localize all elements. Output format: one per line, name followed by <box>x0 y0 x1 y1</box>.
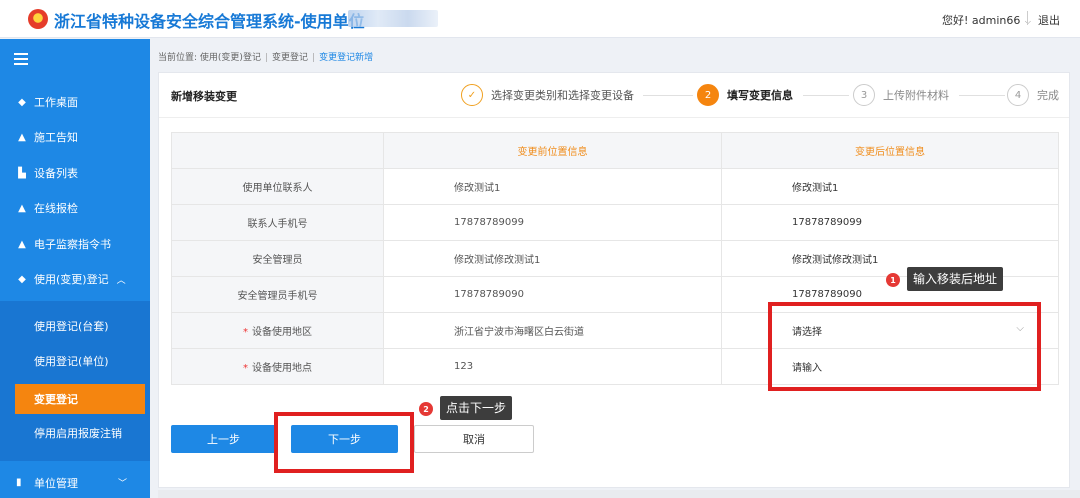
logout-link[interactable]: 退出 <box>1038 12 1060 28</box>
step-connector <box>803 95 849 96</box>
table-row: 联系人手机号 17878789099 17878789099 <box>171 204 1059 241</box>
cancel-button[interactable]: 取消 <box>414 425 534 453</box>
user-menu[interactable]: 您好! admin66 ⌵ <box>942 12 1031 28</box>
before-value: 浙江省宁波市海曙区白云街道 <box>383 312 722 349</box>
step-connector <box>643 95 693 96</box>
row-label: * 设备使用地点 <box>171 348 384 385</box>
step-number: 4 <box>1007 84 1029 106</box>
after-value[interactable]: 修改测试1 <box>721 168 1059 205</box>
step-label: 填写变更信息 <box>727 89 793 102</box>
step-3: 3 上传附件材料 <box>853 84 949 106</box>
before-value: 修改测试修改测试1 <box>383 240 722 277</box>
annotation-badge: 2 <box>419 402 433 416</box>
sidebar-submenu: 使用登记(台套) 使用登记(单位) 变更登记 停用启用报废注销 <box>0 301 150 461</box>
bookmark-icon: ▮ <box>16 477 22 488</box>
sidebar-item-label: 使用(变更)登记 <box>34 273 109 286</box>
sidebar-item-construction-notice[interactable]: ▲ 施工告知 <box>0 120 150 154</box>
step-4: 4 完成 <box>1007 84 1059 106</box>
sidebar-item-online-inspection[interactable]: ▲ 在线报检 <box>0 191 150 225</box>
row-label: 联系人手机号 <box>171 204 384 241</box>
sidebar-item-registration[interactable]: ◆ 使用(变更)登记 ︿ <box>0 262 150 296</box>
top-bar: 浙江省特种设备安全综合管理系统-使用单位 您好! admin66 ⌵ 退出 <box>0 0 1080 38</box>
sidebar-item-e-order[interactable]: ▲ 电子监察指令书 <box>0 227 150 261</box>
chevron-down-icon: ﹀ <box>118 479 128 489</box>
person-gear-icon: ▲ <box>18 238 26 250</box>
emblem-logo <box>28 9 48 29</box>
step-1: ✓ 选择变更类别和选择变更设备 <box>461 84 634 106</box>
row-label: * 设备使用地区 <box>171 312 384 349</box>
breadcrumb-current: 变更登记新增 <box>319 53 374 63</box>
sidebar: ◆ 工作桌面 ▲ 施工告知 ▙ 设备列表 ▲ 在线报检 ▲ 电子监察指令书 ◆ … <box>0 39 150 498</box>
person-icon: ▲ <box>18 202 26 214</box>
person-icon: ▲ <box>18 131 26 143</box>
after-value[interactable]: 修改测试修改测试1 <box>721 240 1059 277</box>
annotation-highlight-box <box>274 412 414 473</box>
annotation-tooltip: 点击下一步 <box>440 396 513 420</box>
table-header-cell: 变更前位置信息 <box>383 132 722 169</box>
divider <box>1027 11 1028 25</box>
step-2: 2 填写变更信息 <box>697 84 793 106</box>
greeting-text: 您好! admin66 <box>942 14 1021 27</box>
step-connector <box>959 95 1005 96</box>
annotation-tooltip: 输入移装后地址 <box>907 267 1004 291</box>
sidebar-subitem-register-set[interactable]: 使用登记(台套) <box>0 311 150 341</box>
diamond-icon: ◆ <box>18 273 26 285</box>
required-asterisk: * <box>243 363 248 374</box>
row-label: 安全管理员 <box>171 240 384 277</box>
sidebar-item-label: 设备列表 <box>34 167 78 180</box>
row-label: 使用单位联系人 <box>171 168 384 205</box>
prev-step-button[interactable]: 上一步 <box>171 425 276 453</box>
sidebar-item-device-list[interactable]: ▙ 设备列表 <box>0 156 150 190</box>
chevron-up-icon: ︿ <box>116 275 126 286</box>
table-header-row: 变更前位置信息 变更后位置信息 <box>171 132 1059 169</box>
step-label: 上传附件材料 <box>883 89 949 102</box>
people-icon: ▙ <box>18 167 26 179</box>
sidebar-subitem-register-unit[interactable]: 使用登记(单位) <box>0 346 150 376</box>
breadcrumb: 当前位置: 使用(变更)登记 | 变更登记 | 变更登记新增 <box>158 53 374 63</box>
blurred-unit-name <box>348 10 438 27</box>
sidebar-item-label: 电子监察指令书 <box>34 238 111 251</box>
step-label: 选择变更类别和选择变更设备 <box>491 89 634 102</box>
row-label: 安全管理员手机号 <box>171 276 384 313</box>
sidebar-item-label: 在线报检 <box>34 202 78 215</box>
before-value: 123 <box>383 348 722 385</box>
after-value[interactable]: 17878789099 <box>721 204 1059 241</box>
page-footer-strip <box>158 490 1080 498</box>
row-label-text: 设备使用地点 <box>252 363 312 374</box>
sidebar-item-workbench[interactable]: ◆ 工作桌面 <box>0 85 150 119</box>
required-asterisk: * <box>243 327 248 338</box>
breadcrumb-item[interactable]: 使用(变更)登记 <box>200 53 261 63</box>
sidebar-item-unit-management[interactable]: ▮ 单位管理 ﹀ <box>0 467 150 498</box>
annotation-badge: 1 <box>886 273 900 287</box>
before-value: 17878789090 <box>383 276 722 313</box>
menu-toggle-icon[interactable] <box>14 53 28 65</box>
before-value: 17878789099 <box>383 204 722 241</box>
step-number: 2 <box>697 84 719 106</box>
card-header: 新增移装变更 ✓ 选择变更类别和选择变更设备 2 填写变更信息 3 上传附件材料… <box>159 73 1069 118</box>
row-label-text: 设备使用地区 <box>252 327 312 338</box>
sidebar-item-label: 施工告知 <box>34 131 78 144</box>
page-title: 新增移装变更 <box>171 90 237 103</box>
check-icon: ✓ <box>461 84 483 106</box>
breadcrumb-item[interactable]: 变更登记 <box>272 53 308 63</box>
step-label: 完成 <box>1037 89 1059 102</box>
app-title: 浙江省特种设备安全综合管理系统-使用单位 <box>54 12 365 31</box>
before-value: 修改测试1 <box>383 168 722 205</box>
step-number: 3 <box>853 84 875 106</box>
sidebar-subitem-change-register[interactable]: 变更登记 <box>15 384 145 414</box>
sidebar-subitem-disable-scrap[interactable]: 停用启用报废注销 <box>0 418 150 448</box>
sidebar-item-label: 工作桌面 <box>34 96 78 109</box>
table-header-cell: 变更后位置信息 <box>721 132 1059 169</box>
table-row: 使用单位联系人 修改测试1 修改测试1 <box>171 168 1059 205</box>
table-header-cell <box>171 132 384 169</box>
annotation-highlight-box <box>768 302 1041 391</box>
breadcrumb-prefix: 当前位置: <box>158 53 198 63</box>
sidebar-item-label: 单位管理 <box>34 476 78 490</box>
diamond-icon: ◆ <box>18 96 26 108</box>
